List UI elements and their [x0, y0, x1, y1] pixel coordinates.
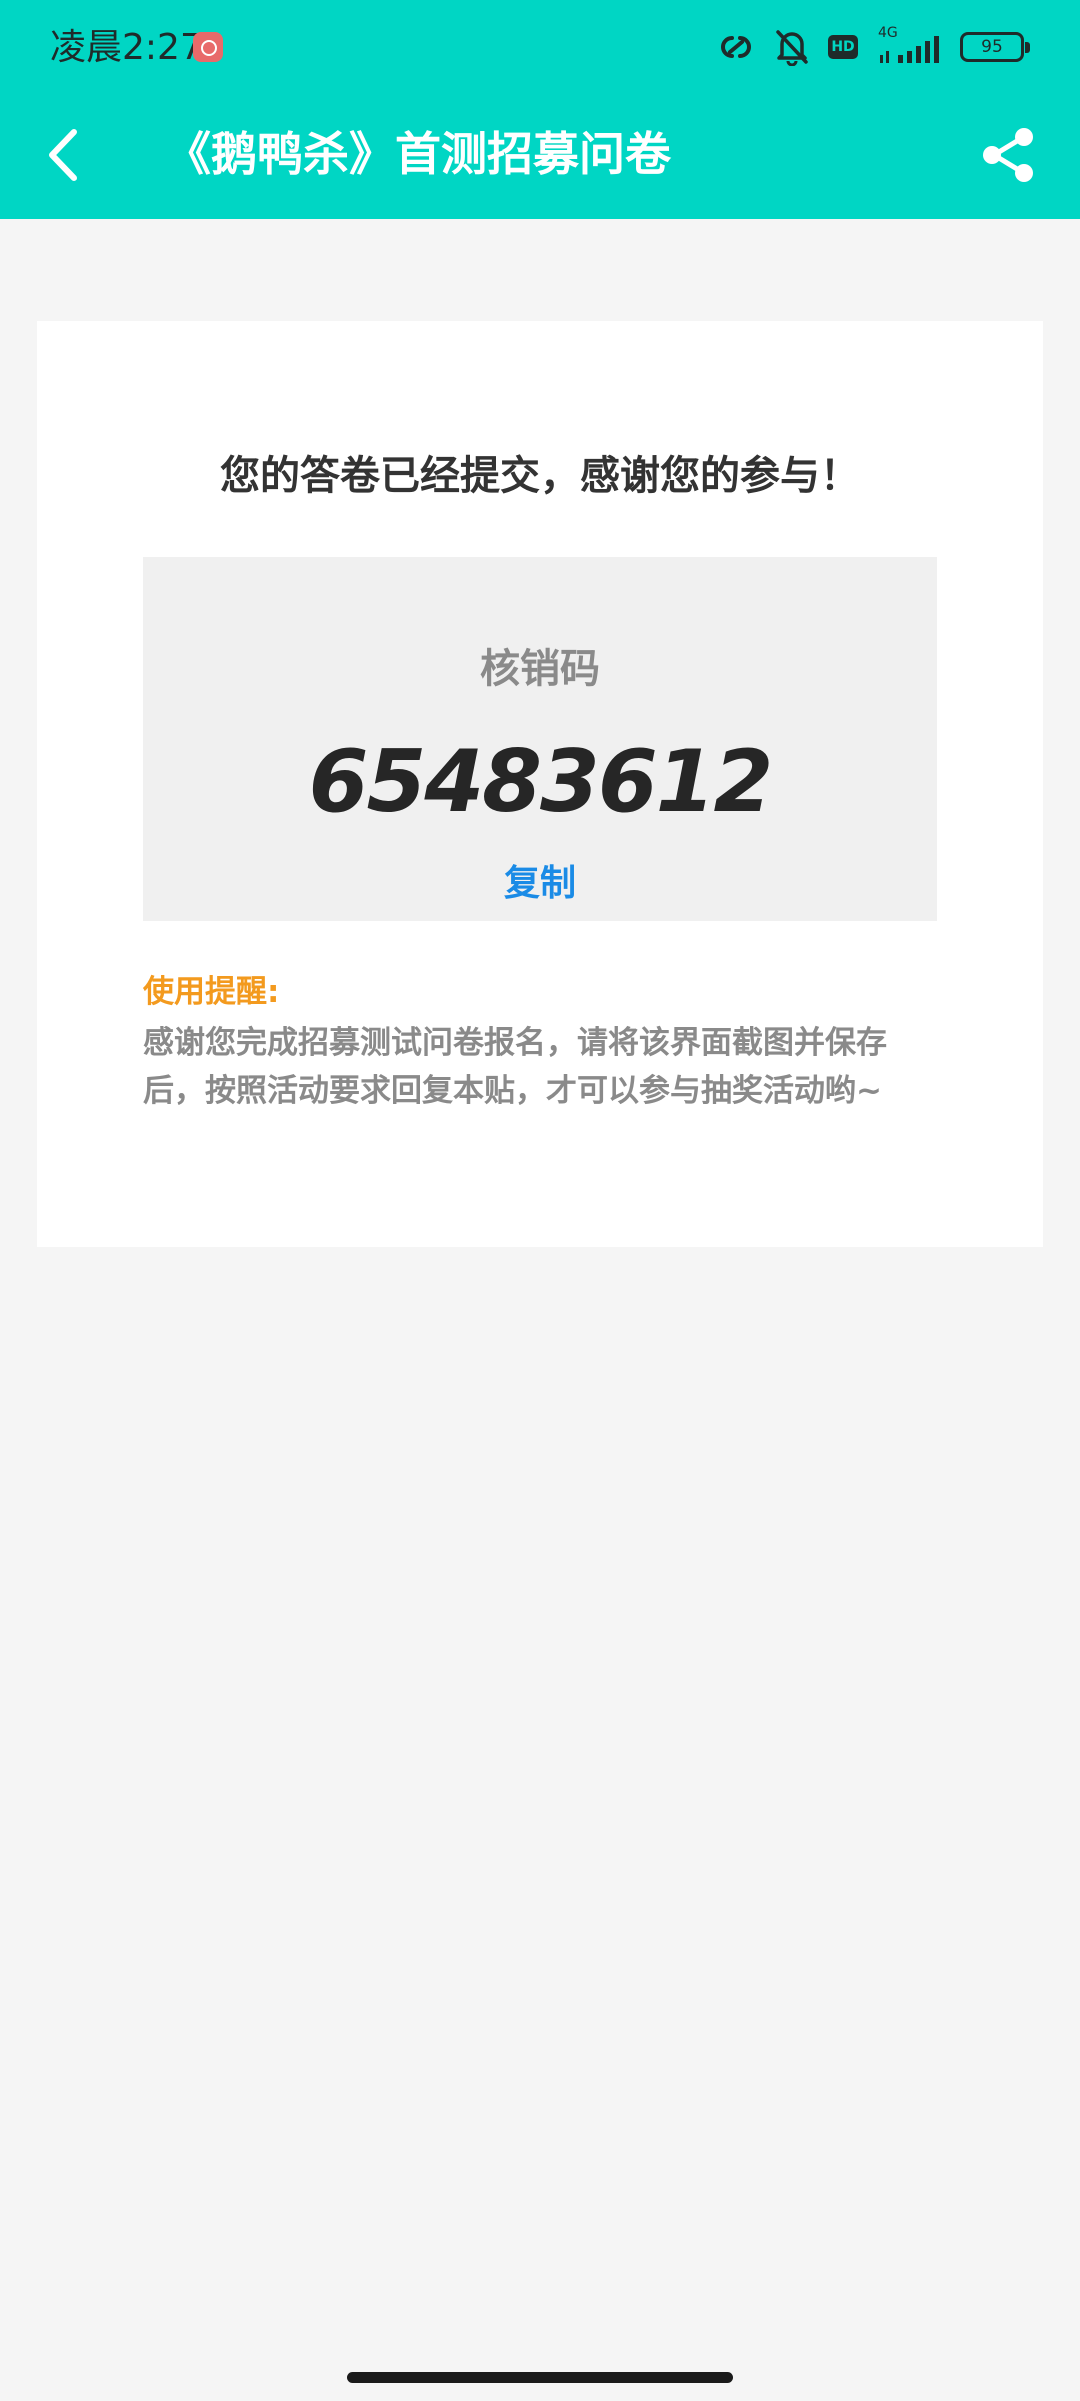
hd-badge-label: HD [831, 39, 855, 55]
battery-icon: 95 [960, 32, 1030, 62]
status-icons: HD 4G 95 [716, 24, 1030, 70]
mute-bell-icon [776, 30, 808, 66]
tips-body: 感谢您完成招募测试问卷报名，请将该界面截图并保存后，按照活动要求回复本贴，才可以… [143, 1025, 887, 1109]
app-notification-icon [193, 32, 223, 62]
success-message: 您的答卷已经提交，感谢您的参与！ [220, 453, 860, 499]
code-value: 65483612 [308, 732, 774, 832]
back-arrow-icon [49, 129, 77, 181]
share-icon [983, 128, 1033, 182]
tips-title: 使用提醒: [143, 974, 280, 1010]
verification-code-box: 核销码 65483612 复制 [143, 557, 937, 921]
battery-level: 95 [981, 37, 1003, 57]
link-icon [721, 36, 751, 58]
home-indicator[interactable] [347, 2372, 733, 2383]
result-card: 您的答卷已经提交，感谢您的参与！ 核销码 65483612 复制 使用提醒: 感… [37, 321, 1043, 1247]
page-title: 《鹅鸭杀》首测招募问卷 [165, 127, 671, 181]
status-time: 凌晨2:27 [50, 27, 203, 68]
signal-icon [880, 36, 939, 63]
back-button[interactable] [38, 120, 98, 190]
signal-group: 4G [876, 25, 942, 67]
copy-button[interactable]: 复制 [490, 859, 590, 909]
share-button[interactable] [978, 124, 1040, 186]
hd-badge: HD [828, 35, 858, 59]
code-label: 核销码 [480, 646, 600, 692]
